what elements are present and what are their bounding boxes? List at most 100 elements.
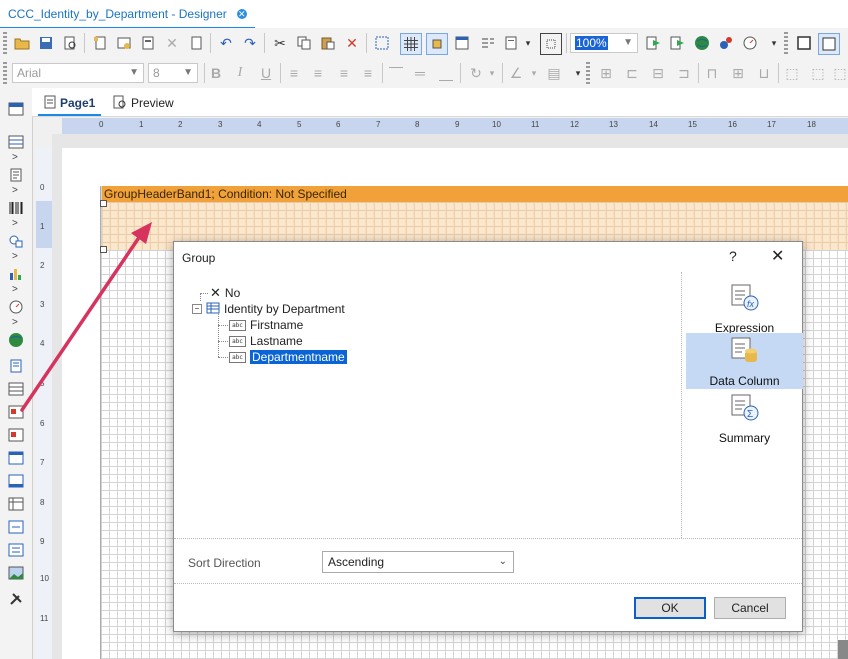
justify-icon[interactable]: ≡ [358, 63, 378, 83]
align-to-grid-icon[interactable] [426, 33, 448, 55]
paste-icon[interactable] [318, 33, 338, 53]
valign-top-icon[interactable]: ⎺ [386, 63, 406, 83]
group-header-band-title[interactable]: GroupHeaderBand1; Condition: Not Specifi… [102, 186, 848, 202]
align-bottoms-icon[interactable]: ⊔ [754, 63, 774, 83]
chevron-down-icon[interactable]: ▾ [524, 63, 544, 83]
align-right-icon[interactable]: ≡ [334, 63, 354, 83]
undo-icon[interactable]: ↶ [216, 33, 236, 53]
align-centers-icon[interactable]: ⊟ [648, 63, 668, 83]
chevron-right-icon[interactable]: > [12, 185, 18, 196]
toolbar-grip[interactable] [3, 32, 7, 54]
columns-icon[interactable] [478, 33, 498, 53]
delete-page-icon[interactable]: ✕ [162, 33, 182, 53]
panel-icon[interactable] [7, 450, 25, 466]
help-button[interactable]: ? [729, 248, 737, 264]
close-icon[interactable]: ✕ [771, 246, 784, 266]
tree-item-column[interactable]: abc Lastname [229, 333, 303, 349]
globe-icon[interactable] [692, 33, 712, 53]
document-tab[interactable]: CCC_Identity_by_Department - Designer ✕ [0, 0, 255, 29]
cut-icon[interactable]: ✂ [270, 33, 290, 53]
vertical-scrollbar[interactable] [838, 640, 848, 659]
show-grid-icon[interactable] [400, 33, 422, 55]
align-left-edges-icon[interactable]: ⊏ [622, 63, 642, 83]
border-none-icon[interactable] [794, 33, 814, 53]
chevron-down-icon[interactable]: ▾ [568, 63, 588, 83]
open-folder-icon[interactable] [12, 33, 32, 53]
cancel-button[interactable]: Cancel [714, 597, 786, 619]
toolbar-grip[interactable] [586, 62, 590, 84]
save-icon[interactable] [36, 33, 56, 53]
tree-item-datasource[interactable]: − Identity by Department [192, 301, 345, 317]
tools-icon[interactable] [7, 591, 25, 607]
preview-run-icon[interactable] [668, 33, 688, 53]
border-all-icon[interactable] [818, 33, 840, 55]
text-box-icon[interactable] [7, 427, 25, 443]
rich-text-icon[interactable] [7, 404, 25, 420]
chevron-down-icon[interactable]: ▾ [482, 63, 502, 83]
chevron-right-icon[interactable]: > [12, 218, 18, 229]
align-middles-icon[interactable]: ⊞ [728, 63, 748, 83]
chart-icon[interactable] [7, 266, 25, 282]
image-icon[interactable] [7, 565, 25, 581]
tree-item-column-selected[interactable]: abc Departmentname [229, 349, 347, 365]
same-size-icon[interactable]: ⬚ [830, 63, 848, 83]
expression-button[interactable]: fx Expression [686, 280, 803, 336]
resize-handle[interactable] [100, 246, 107, 253]
tree-item-no[interactable]: ✕ No [210, 285, 240, 301]
container-icon[interactable] [7, 473, 25, 489]
italic-button[interactable]: I [230, 63, 250, 83]
zip-code-icon[interactable] [7, 542, 25, 558]
tree-item-column[interactable]: abc Firstname [229, 317, 303, 333]
valign-bottom-icon[interactable]: ⎽ [436, 63, 456, 83]
chevron-right-icon[interactable]: > [12, 284, 18, 295]
font-size-select[interactable]: 8 ▼ [148, 63, 198, 83]
same-height-icon[interactable]: ⬚ [808, 63, 828, 83]
page-copy-icon[interactable] [186, 33, 206, 53]
bold-button[interactable]: B [206, 63, 226, 83]
data-source-icon[interactable] [716, 33, 736, 53]
copy-icon[interactable] [294, 33, 314, 53]
chevron-down-icon[interactable]: ▾ [764, 33, 784, 53]
gauge-icon[interactable] [740, 33, 760, 53]
chevron-right-icon[interactable]: > [12, 152, 18, 163]
page-setup-icon[interactable] [138, 33, 158, 53]
text-component-icon[interactable] [7, 167, 25, 183]
align-left-icon[interactable]: ≡ [284, 63, 304, 83]
map-icon[interactable] [7, 332, 25, 348]
gauge-icon[interactable] [7, 299, 25, 315]
chevron-right-icon[interactable]: > [12, 251, 18, 262]
font-name-select[interactable]: Arial ▼ [12, 63, 144, 83]
align-tops-icon[interactable]: ⊓ [702, 63, 722, 83]
table-icon[interactable] [7, 381, 25, 397]
page-header-icon[interactable] [452, 33, 472, 53]
cross-band-icon[interactable] [7, 134, 25, 150]
tab-preview[interactable]: Preview [107, 92, 180, 114]
print-preview-icon[interactable] [60, 33, 80, 53]
page-size-icon[interactable] [540, 33, 562, 55]
ok-button[interactable]: OK [634, 597, 706, 619]
run-report-icon[interactable] [644, 33, 664, 53]
align-right-edges-icon[interactable]: ⊐ [674, 63, 694, 83]
toolbar-grip[interactable] [3, 62, 7, 84]
cross-tab-icon[interactable] [7, 496, 25, 512]
toolbar-grip[interactable] [784, 32, 788, 54]
tab-page1[interactable]: Page1 [38, 92, 102, 116]
summary-button[interactable]: Σ Summary [686, 390, 803, 446]
valign-middle-icon[interactable]: ═ [410, 63, 430, 83]
data-column-button[interactable]: Data Column [686, 333, 803, 389]
select-all-icon[interactable] [372, 33, 392, 53]
subreport-icon[interactable] [7, 358, 25, 374]
redo-icon[interactable]: ↷ [240, 33, 260, 53]
chevron-right-icon[interactable]: > [12, 317, 18, 328]
check-box-icon[interactable] [7, 519, 25, 535]
collapse-icon[interactable]: − [192, 304, 202, 314]
close-circle-icon[interactable]: ✕ [236, 8, 247, 19]
new-page-icon[interactable] [90, 33, 110, 53]
underline-button[interactable]: U [256, 63, 276, 83]
new-dialog-icon[interactable] [114, 33, 134, 53]
resize-handle[interactable] [100, 200, 107, 207]
line-color-icon[interactable]: ∠ [506, 63, 526, 83]
shape-icon[interactable] [7, 233, 25, 249]
chevron-down-icon[interactable]: ▾ [518, 33, 538, 53]
band-icon[interactable] [7, 101, 25, 117]
